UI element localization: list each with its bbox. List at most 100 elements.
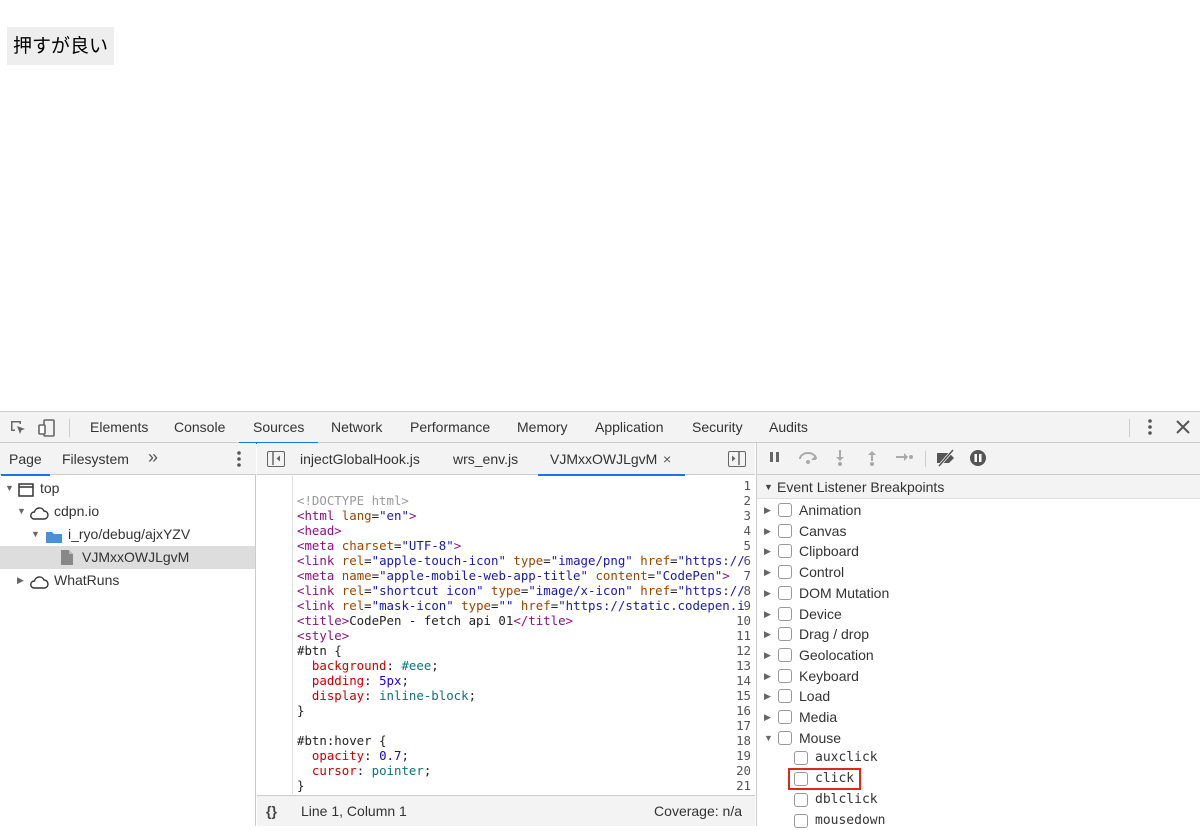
tab-sources[interactable]: Sources: [253, 412, 304, 443]
editor-tab-wrs-env[interactable]: wrs_env.js: [453, 443, 518, 475]
code-line[interactable]: 10<title>CodePen - fetch api 01</title>: [257, 613, 755, 628]
tab-page[interactable]: Page: [9, 443, 42, 475]
expand-triangle-icon[interactable]: ▼: [31, 523, 40, 546]
navigator-menu-icon[interactable]: [236, 449, 242, 474]
collapsed-triangle-icon[interactable]: ▶: [764, 604, 771, 625]
deactivate-breakpoints-icon[interactable]: [935, 449, 955, 469]
collapsed-triangle-icon[interactable]: ▶: [764, 624, 771, 645]
collapsed-triangle-icon[interactable]: ▶: [764, 666, 771, 687]
category-checkbox[interactable]: [778, 731, 792, 745]
device-toolbar-icon[interactable]: [37, 418, 57, 438]
pause-icon[interactable]: [765, 449, 785, 469]
code-line[interactable]: 8<link rel="shortcut icon" type="image/x…: [257, 583, 755, 598]
collapsed-triangle-icon[interactable]: ▶: [764, 686, 771, 707]
pause-on-exceptions-icon[interactable]: [968, 449, 988, 469]
line-number[interactable]: 2: [721, 493, 751, 508]
event-listener-breakpoints-header[interactable]: ▼ Event Listener Breakpoints: [757, 475, 1200, 499]
category-checkbox[interactable]: [778, 544, 792, 558]
tab-memory[interactable]: Memory: [517, 412, 568, 443]
breakpoint-category-keyboard[interactable]: ▶Keyboard: [757, 666, 1200, 687]
code-line[interactable]: 18#btn:hover {: [257, 733, 755, 748]
line-number[interactable]: 14: [721, 673, 751, 688]
breakpoint-event-dblclick[interactable]: dblclick: [757, 790, 1200, 811]
breakpoint-category-media[interactable]: ▶Media: [757, 707, 1200, 728]
code-line[interactable]: 4<head>: [257, 523, 755, 538]
line-number[interactable]: 18: [721, 733, 751, 748]
line-number[interactable]: 3: [721, 508, 751, 523]
code-line[interactable]: 14 padding: 5px;: [257, 673, 755, 688]
tab-security[interactable]: Security: [692, 412, 743, 443]
step-out-icon[interactable]: [862, 449, 882, 469]
code-line[interactable]: 3<html lang="en">: [257, 508, 755, 523]
collapsed-triangle-icon[interactable]: ▶: [764, 500, 771, 521]
event-checkbox[interactable]: [794, 793, 808, 807]
line-number[interactable]: 11: [721, 628, 751, 643]
collapsed-triangle-icon[interactable]: ▶: [764, 707, 771, 728]
expand-triangle-icon[interactable]: ▼: [5, 477, 14, 500]
event-checkbox[interactable]: [794, 751, 808, 765]
code-line[interactable]: 6<link rel="apple-touch-icon" type="imag…: [257, 553, 755, 568]
breakpoint-category-mouse[interactable]: ▼Mouse: [757, 728, 1200, 749]
code-line[interactable]: 20 cursor: pointer;: [257, 763, 755, 778]
breakpoint-category-canvas[interactable]: ▶Canvas: [757, 521, 1200, 542]
code-line[interactable]: 12#btn {: [257, 643, 755, 658]
editor-tab-vjmxx[interactable]: VJMxxOWJLgvM: [550, 443, 657, 475]
code-line[interactable]: 21}: [257, 778, 755, 793]
line-number[interactable]: 15: [721, 688, 751, 703]
line-number[interactable]: 4: [721, 523, 751, 538]
collapsed-triangle-icon[interactable]: ▶: [17, 569, 24, 592]
more-tabs-icon[interactable]: »: [148, 447, 158, 468]
line-number[interactable]: 13: [721, 658, 751, 673]
inspect-element-icon[interactable]: [8, 418, 28, 438]
tab-elements[interactable]: Elements: [90, 412, 148, 443]
breakpoint-category-control[interactable]: ▶Control: [757, 562, 1200, 583]
step-over-icon[interactable]: [797, 449, 817, 469]
tree-item-top[interactable]: ▼ top: [0, 477, 255, 500]
category-checkbox[interactable]: [778, 503, 792, 517]
tree-item-file[interactable]: VJMxxOWJLgvM: [0, 546, 255, 569]
breakpoint-category-geolocation[interactable]: ▶Geolocation: [757, 645, 1200, 666]
line-number[interactable]: 17: [721, 718, 751, 733]
tab-performance[interactable]: Performance: [410, 412, 490, 443]
tab-filesystem[interactable]: Filesystem: [62, 443, 129, 475]
category-checkbox[interactable]: [778, 710, 792, 724]
code-line[interactable]: 5<meta charset="UTF-8">: [257, 538, 755, 553]
tree-item-whatruns[interactable]: ▶ WhatRuns: [0, 569, 255, 592]
close-tab-icon[interactable]: ×: [663, 443, 671, 475]
code-line[interactable]: 17: [257, 718, 755, 733]
pretty-print-button[interactable]: {}: [266, 796, 277, 826]
push-button[interactable]: 押すが良い: [7, 27, 114, 65]
breakpoint-event-mousedown[interactable]: mousedown: [757, 811, 1200, 831]
line-number[interactable]: 1: [721, 478, 751, 493]
line-number[interactable]: 19: [721, 748, 751, 763]
collapsed-triangle-icon[interactable]: ▶: [764, 562, 771, 583]
step-icon[interactable]: [894, 449, 914, 469]
line-number[interactable]: 5: [721, 538, 751, 553]
line-number[interactable]: 10: [721, 613, 751, 628]
line-number[interactable]: 12: [721, 643, 751, 658]
toggle-debugger-icon[interactable]: [728, 451, 746, 467]
breakpoint-category-dom-mutation[interactable]: ▶DOM Mutation: [757, 583, 1200, 604]
tab-console[interactable]: Console: [174, 412, 225, 443]
expand-triangle-icon[interactable]: ▼: [764, 728, 773, 749]
category-checkbox[interactable]: [778, 648, 792, 662]
category-checkbox[interactable]: [778, 586, 792, 600]
category-checkbox[interactable]: [778, 689, 792, 703]
close-devtools-icon[interactable]: [1174, 417, 1194, 437]
collapsed-triangle-icon[interactable]: ▶: [764, 521, 771, 542]
collapsed-triangle-icon[interactable]: ▶: [764, 583, 771, 604]
code-line[interactable]: 16}: [257, 703, 755, 718]
breakpoint-category-drag-drop[interactable]: ▶Drag / drop: [757, 624, 1200, 645]
code-view[interactable]: 12<!DOCTYPE html>3<html lang="en">4<head…: [257, 476, 755, 794]
breakpoint-category-device[interactable]: ▶Device: [757, 604, 1200, 625]
code-line[interactable]: 11<style>: [257, 628, 755, 643]
category-checkbox[interactable]: [778, 565, 792, 579]
breakpoint-category-clipboard[interactable]: ▶Clipboard: [757, 541, 1200, 562]
tab-audits[interactable]: Audits: [769, 412, 808, 443]
breakpoint-category-load[interactable]: ▶Load: [757, 686, 1200, 707]
category-checkbox[interactable]: [778, 607, 792, 621]
code-line[interactable]: 9<link rel="mask-icon" type="" href="htt…: [257, 598, 755, 613]
code-line[interactable]: 1: [257, 478, 755, 493]
editor-tab-injectglobalhook[interactable]: injectGlobalHook.js: [300, 443, 420, 475]
code-line[interactable]: 7<meta name="apple-mobile-web-app-title"…: [257, 568, 755, 583]
